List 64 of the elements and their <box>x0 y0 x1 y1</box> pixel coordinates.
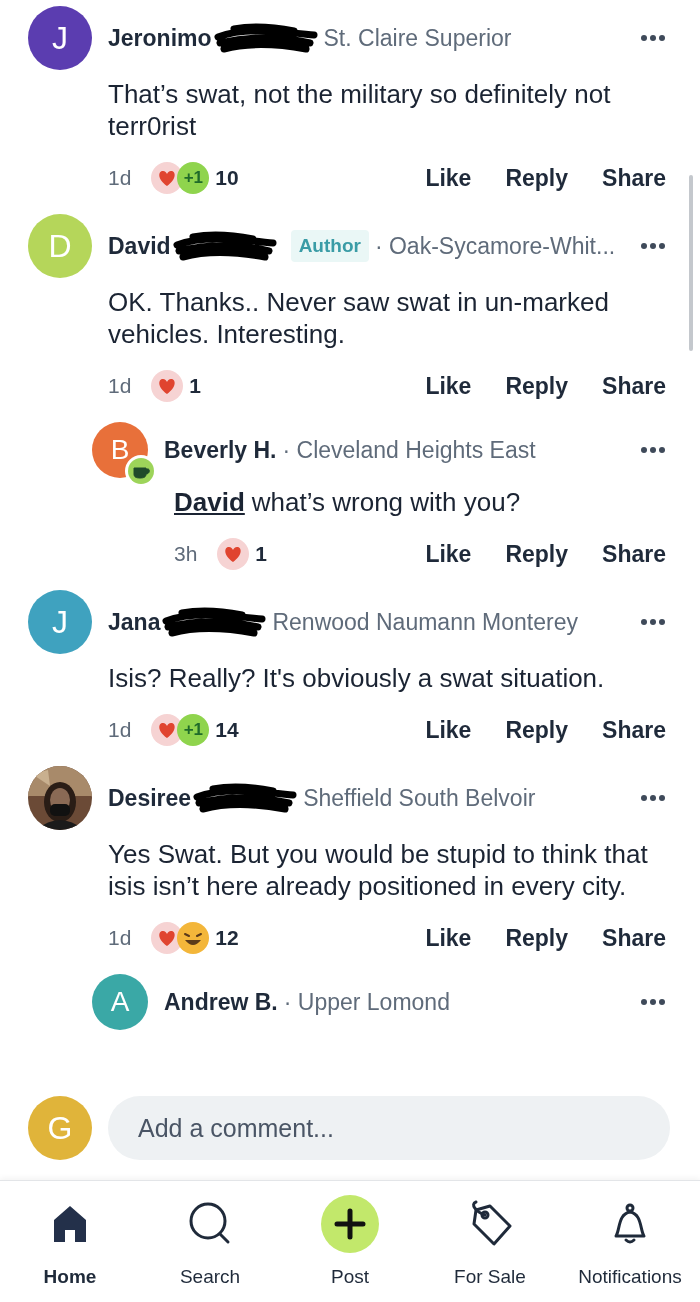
timestamp: 1d <box>108 165 132 192</box>
plus-one-reaction: +1 <box>177 162 210 194</box>
author-name[interactable]: Andrew B. <box>164 984 278 1020</box>
comment-action[interactable]: Share <box>602 536 666 572</box>
more-icon[interactable] <box>640 618 666 626</box>
comment-input[interactable]: Add a comment... <box>108 1096 670 1160</box>
nav-tab[interactable]: Post <box>280 1193 420 1292</box>
timestamp: 1d <box>108 925 132 952</box>
author-name[interactable]: Beverly H. <box>164 432 277 468</box>
neighborhood-label: St. Claire Superior <box>323 23 512 53</box>
more-icon[interactable] <box>640 998 666 1006</box>
comment-text: That’s swat, not the military so definitely not terr0rist <box>108 78 612 142</box>
comment-action[interactable]: Like <box>425 536 472 572</box>
comment-action[interactable]: Reply <box>505 920 569 956</box>
comment-action[interactable]: Like <box>425 712 472 748</box>
mention-link[interactable]: David <box>174 487 245 517</box>
comment-action[interactable]: Share <box>602 920 666 956</box>
comment-action[interactable]: Reply <box>505 160 569 196</box>
reaction-count[interactable]: 1 <box>255 538 268 570</box>
comment-text: OK. Thanks.. Never saw swat in un-marked vehicles. Interesting. <box>108 286 610 350</box>
comment-action[interactable]: Reply <box>505 536 569 572</box>
timestamp: 1d <box>108 717 132 744</box>
avatar[interactable]: J <box>28 6 92 70</box>
reaction-count[interactable]: 10 <box>215 162 239 194</box>
neighborhood-label: · Upper Lomond <box>283 987 450 1017</box>
nav-tab[interactable]: Search <box>140 1193 280 1292</box>
more-icon[interactable] <box>640 34 666 42</box>
heart-reaction-icon <box>151 370 184 402</box>
neighborhood-label: · Oak-Sycamore-Whit... <box>374 231 616 261</box>
reaction-count[interactable]: 12 <box>215 922 239 954</box>
comment-action[interactable]: Share <box>602 160 666 196</box>
neighborhood-label: Renwood Naumann Monterey <box>272 607 578 637</box>
author-name[interactable]: Desiree <box>108 780 192 816</box>
comment-action[interactable]: Like <box>425 920 472 956</box>
heart-reaction-icon <box>217 538 250 570</box>
more-icon[interactable] <box>640 242 666 250</box>
nav-tab[interactable]: Home <box>0 1193 140 1292</box>
nav-tab[interactable]: For Sale <box>420 1193 560 1292</box>
plus-one-reaction: +1 <box>177 714 210 746</box>
comment-text: Isis? Really? It's obviously a swat situation. <box>108 662 606 694</box>
nav-tab[interactable]: Notifications <box>560 1193 700 1292</box>
timestamp: 1d <box>108 373 132 400</box>
timestamp: 3h <box>174 541 198 568</box>
comment-action[interactable]: Reply <box>505 368 569 404</box>
comment-action[interactable]: Like <box>425 160 472 196</box>
more-icon[interactable] <box>640 446 666 454</box>
more-icon[interactable] <box>640 794 666 802</box>
neighborhood-label: · Cleveland Heights East <box>282 435 536 465</box>
neighborhood-label: Sheffield South Belvoir <box>303 783 536 813</box>
comment-action[interactable]: Like <box>425 368 472 404</box>
plus-icon <box>321 1195 379 1253</box>
laughing-face-icon <box>177 922 210 954</box>
author-name[interactable]: Jana <box>108 604 161 640</box>
reaction-count[interactable]: 14 <box>215 714 239 746</box>
author-name[interactable]: Jeronimo <box>108 20 212 56</box>
reaction-count[interactable]: 1 <box>189 370 202 402</box>
author-name[interactable]: David <box>108 228 171 264</box>
comment-text: Yes Swat. But you would be stupid to think that isis isn’t here already positioned in every city. <box>108 838 649 902</box>
comment-text: David what’s wrong with you? <box>174 486 522 518</box>
comment-action[interactable]: Reply <box>505 712 569 748</box>
scrollbar[interactable] <box>689 175 693 351</box>
comment-action[interactable]: Share <box>602 368 666 404</box>
comment-action[interactable]: Share <box>602 712 666 748</box>
author-tag: Author <box>290 229 369 263</box>
